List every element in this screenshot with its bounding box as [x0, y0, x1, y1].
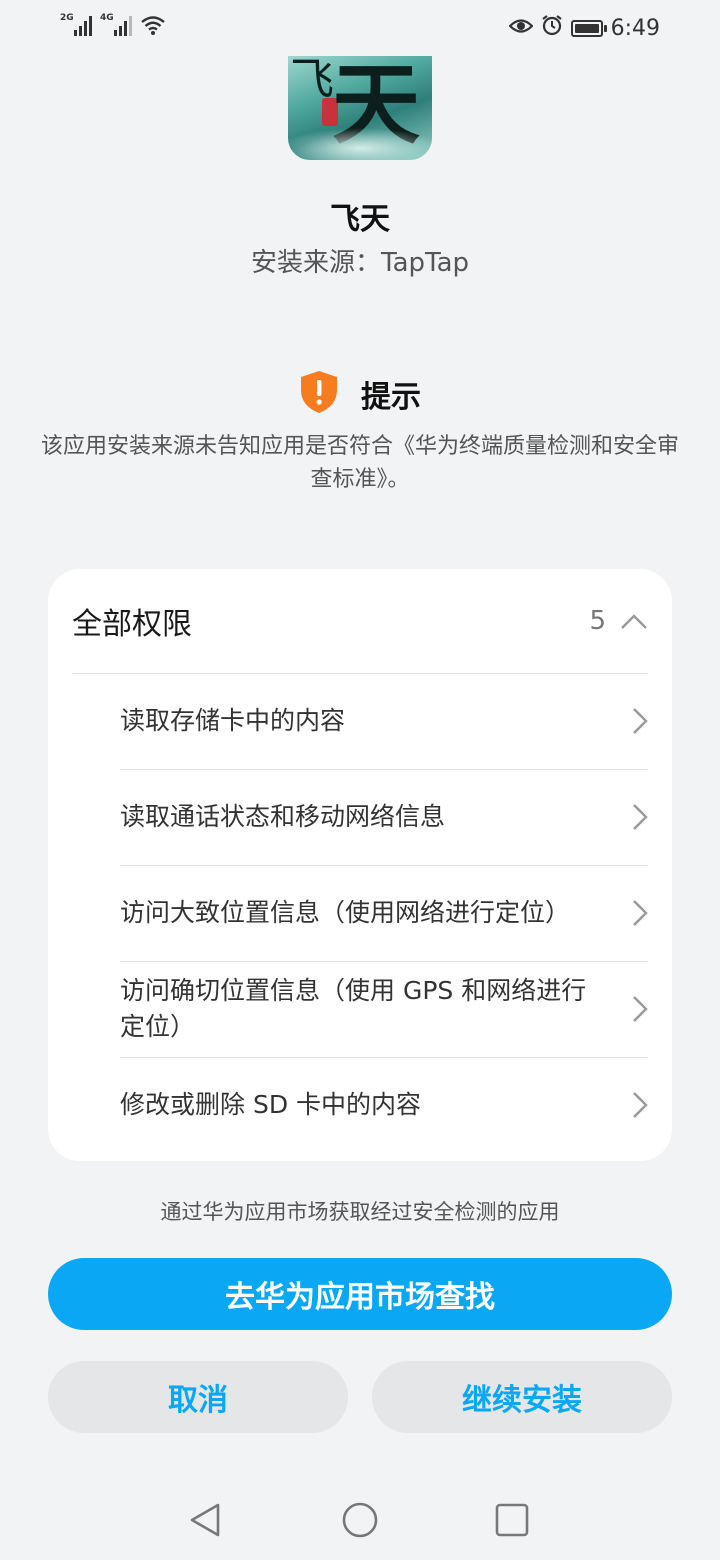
alarm-icon [541, 14, 563, 42]
warning-header: 提示 [0, 370, 720, 418]
back-icon[interactable] [186, 1500, 226, 1540]
permissions-card: 全部权限 5 读取存储卡中的内容 读取通话状态和移动网络信息 访问大致位置信息（… [48, 569, 672, 1161]
clock: 6:49 [610, 15, 660, 41]
install-source: 安装来源：TapTap [250, 248, 470, 278]
signal-icon: 4G [100, 14, 132, 36]
warning-title: 提示 [361, 380, 421, 415]
eye-icon [508, 16, 534, 41]
continue-install-button[interactable]: 继续安装 [372, 1361, 672, 1433]
status-bar-left: 2G 4G [60, 14, 166, 36]
wifi-icon [140, 14, 166, 36]
permission-label: 访问大致位置信息（使用网络进行定位） [120, 898, 571, 927]
app-icon-mist [288, 128, 432, 160]
sim2-network-type: 4G [100, 13, 114, 23]
chevron-right-icon [632, 995, 648, 1023]
recents-icon[interactable] [492, 1500, 532, 1540]
market-hint: 通过华为应用市场获取经过安全检测的应用 [160, 1200, 560, 1224]
permission-label: 修改或删除 SD 卡中的内容 [120, 1090, 422, 1119]
navigation-bar [0, 1480, 720, 1560]
shield-warning-icon [299, 370, 339, 418]
permission-label: 读取存储卡中的内容 [120, 706, 346, 735]
permission-item[interactable]: 修改或删除 SD 卡中的内容 [120, 1057, 648, 1153]
home-icon[interactable] [340, 1500, 380, 1540]
permission-label: 访问确切位置信息（使用 GPS 和网络进行定位） [120, 976, 587, 1041]
chevron-up-icon[interactable] [620, 612, 648, 630]
status-bar-right: 6:49 [508, 14, 660, 42]
chevron-right-icon [632, 803, 648, 831]
app-name: 飞天 [330, 202, 390, 237]
go-to-app-market-button[interactable]: 去华为应用市场查找 [48, 1258, 672, 1330]
permission-item[interactable]: 访问确切位置信息（使用 GPS 和网络进行定位） [120, 961, 648, 1058]
permissions-count: 5 [589, 606, 606, 636]
sim1-network-type: 2G [60, 13, 74, 23]
permission-label: 读取通话状态和移动网络信息 [120, 802, 446, 831]
cancel-button[interactable]: 取消 [48, 1361, 348, 1433]
permissions-title: 全部权限 [72, 607, 192, 642]
signal-icon: 2G [60, 14, 92, 36]
app-icon: 飞 天 [288, 56, 432, 160]
permission-item[interactable]: 读取通话状态和移动网络信息 [120, 769, 648, 866]
permission-item[interactable]: 读取存储卡中的内容 [120, 673, 648, 770]
app-icon-glyph-left: 飞 [290, 56, 334, 105]
permission-item[interactable]: 访问大致位置信息（使用网络进行定位） [120, 865, 648, 962]
chevron-right-icon [632, 707, 648, 735]
chevron-right-icon [632, 1091, 648, 1119]
permissions-header[interactable]: 全部权限 5 [72, 569, 648, 674]
chevron-right-icon [632, 899, 648, 927]
status-bar: 2G 4G 6:49 [0, 0, 720, 56]
battery-icon [570, 19, 607, 37]
warning-text: 该应用安装来源未告知应用是否符合《华为终端质量检测和安全审查标准》。 [40, 434, 679, 492]
